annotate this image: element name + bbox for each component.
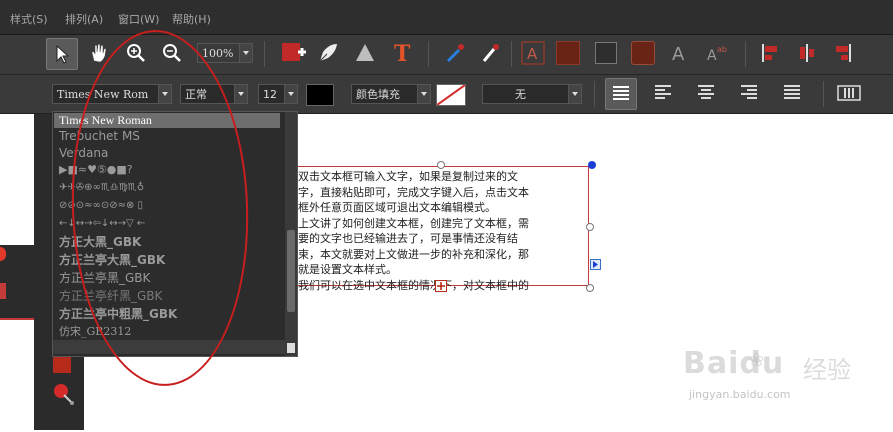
select-arrow-tool[interactable] — [46, 38, 78, 70]
fill-mode-value: 颜色填充 — [356, 88, 400, 101]
paw-icon: ❀ — [749, 350, 765, 371]
chevron-down-icon — [284, 85, 297, 103]
watermark-url: jingyan.baidu.com — [689, 388, 791, 401]
overflow-plus-icon[interactable] — [435, 280, 447, 292]
text-align-left-button[interactable] — [605, 78, 637, 110]
divider — [511, 41, 512, 67]
text-line: 束，本文就要对上文做进一步的补充和深化，那 — [298, 247, 529, 261]
menu-help[interactable]: 帮助(H) — [172, 11, 211, 27]
text-frame[interactable]: 双击文本框可输入文字，如果是复制过来的文 字，直接粘贴即可，完成文字键入后，点击… — [293, 166, 589, 292]
chevron-down-icon — [239, 44, 252, 62]
divider — [594, 81, 595, 107]
scrollbar-thumb[interactable] — [287, 230, 295, 312]
no-fill-icon[interactable] — [436, 84, 466, 106]
align-left-icon[interactable] — [755, 38, 785, 68]
chevron-down-icon — [234, 85, 247, 103]
scrollbar-end[interactable] — [287, 343, 295, 353]
page-thumbnail-2[interactable] — [0, 318, 34, 432]
effect-combo[interactable]: 无 — [482, 84, 582, 104]
resize-handle-top[interactable] — [437, 161, 445, 169]
text-line: 字，直接粘贴即可，完成文字键入后，点击文本 — [298, 185, 529, 199]
divider — [823, 81, 824, 107]
divider — [745, 41, 746, 67]
zoom-value: 100% — [202, 46, 234, 60]
svg-text:T: T — [394, 42, 411, 64]
divider — [264, 41, 265, 67]
text-a-icon[interactable]: A — [665, 38, 695, 68]
fill-color-swatch[interactable] — [553, 38, 583, 68]
page-thumbnail[interactable] — [0, 95, 34, 245]
text-line: 上文讲了如何创建文本框，创建完了文本框，需 — [298, 216, 529, 230]
fill-mode-combo[interactable]: 颜色填充 — [351, 84, 431, 104]
red-marker-icon-2 — [0, 283, 6, 299]
align-center-icon[interactable] — [792, 38, 822, 68]
text-align-center-button[interactable] — [691, 78, 721, 108]
resize-handle-bottom-right[interactable] — [586, 284, 594, 292]
red-marker-icon — [0, 247, 6, 261]
rotate-handle[interactable] — [588, 161, 596, 169]
align-right-icon[interactable] — [828, 38, 858, 68]
menu-style[interactable]: 样式(S) — [10, 11, 48, 27]
insert-shape-icon[interactable] — [278, 38, 308, 68]
text-effect-icon[interactable]: Aab — [701, 38, 731, 68]
text-align-right-button[interactable] — [734, 78, 764, 108]
divider — [428, 41, 429, 67]
shadow-color-swatch[interactable] — [628, 38, 658, 68]
triangle-shape-icon[interactable] — [350, 38, 380, 68]
text-line: 就是设置文本样式。 — [298, 263, 397, 276]
pin-tool-icon[interactable] — [50, 381, 76, 407]
menu-arrange[interactable]: 排列(A) — [65, 11, 103, 27]
text-color-swatch[interactable] — [306, 84, 334, 106]
text-line: 框外任意页面区域可退出文本编辑模式。 — [298, 201, 496, 214]
columns-icon[interactable] — [834, 78, 864, 108]
menu-window[interactable]: 窗口(W) — [118, 11, 159, 27]
chevron-down-icon — [568, 85, 581, 103]
watermark-brand-cn: 经验 — [803, 356, 851, 384]
resize-handle-right[interactable] — [586, 223, 594, 231]
svg-text:A: A — [527, 45, 538, 63]
svg-text:A: A — [672, 44, 685, 64]
chevron-down-icon — [417, 85, 430, 103]
text-justify-button[interactable] — [777, 78, 807, 108]
svg-text:ab: ab — [717, 45, 727, 54]
brush-icon[interactable] — [475, 38, 505, 68]
text-style-a-icon[interactable]: A — [518, 38, 548, 68]
svg-text:A: A — [707, 48, 717, 64]
font-size-value: 12 — [263, 87, 277, 101]
text-overflow-arrow-icon[interactable] — [590, 259, 601, 270]
menu-bar: 样式(S) 排列(A) 窗口(W) 帮助(H) — [0, 0, 893, 35]
font-size-combo[interactable]: 12 — [258, 84, 298, 104]
text-line: 双击文本框可输入文字，如果是复制过来的文 — [298, 170, 518, 183]
text-align-left-ragged-button[interactable] — [648, 78, 678, 108]
stroke-color-swatch[interactable] — [591, 38, 621, 68]
baidu-watermark: Baidu ❀ 经验 jingyan.baidu.com — [683, 346, 883, 416]
text-tool-icon[interactable]: T — [387, 38, 417, 68]
pen-tool-icon[interactable] — [313, 38, 343, 68]
watermark-brand: Baidu — [683, 346, 785, 381]
text-frame-content: 双击文本框可输入文字，如果是复制过来的文 字，直接粘贴即可，完成文字键入后，点击… — [298, 169, 590, 293]
effect-value: 无 — [515, 88, 526, 101]
text-line: 要的文字也已经输进去了，可是事情还没有结 — [298, 232, 518, 245]
eyedropper-icon[interactable] — [440, 38, 470, 68]
